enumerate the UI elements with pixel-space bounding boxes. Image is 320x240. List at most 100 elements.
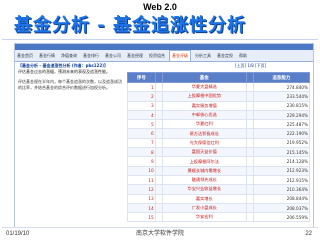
table-header: [154, 72, 163, 83]
table-cell: 274.840%: [252, 81, 311, 93]
table-header: 基金: [161, 72, 247, 83]
table-cell: 10: [127, 165, 156, 176]
table-cell: [154, 137, 163, 149]
table-cell: [154, 147, 163, 158]
table-cell: [154, 174, 163, 186]
table-cell: [245, 156, 254, 167]
tab-item[interactable]: 分析工具: [193, 51, 213, 61]
table-cell: 9: [127, 156, 156, 167]
tab-item[interactable]: 基金排行: [81, 51, 101, 61]
tab-item[interactable]: 基金首页: [15, 51, 35, 61]
description-panel: 【基金分析 - 基金追涨性分析 (作者：pbs122)】 评估基金过去的涨幅，预…: [18, 63, 122, 91]
table-cell: [245, 91, 254, 102]
table-cell: [154, 193, 163, 204]
table-row: 8 富国天益价值 215.145%: [127, 147, 311, 158]
table-cell: [245, 100, 254, 111]
pagination[interactable]: [上页] 1/8 [下页]: [235, 63, 266, 69]
table-cell[interactable]: 易方达积极成长: [161, 128, 247, 139]
table-cell: 219.952%: [252, 137, 311, 149]
table-row: 10 景顺长城内需增长 212.923%: [127, 165, 311, 176]
table-row: 6 易方达积极成长 222.190%: [127, 128, 311, 139]
table-cell: [245, 184, 254, 195]
table-cell[interactable]: 上投摩根中国优势: [161, 91, 247, 102]
table-header: [245, 72, 254, 83]
table-cell: 4: [127, 109, 156, 121]
table-cell: 15: [127, 212, 156, 223]
table-cell: 3: [127, 100, 156, 111]
tab-item[interactable]: 净值查询: [59, 51, 79, 61]
page-number: 22: [305, 231, 312, 237]
embedded-screenshot: 基金首页 基金行情 净值查询 基金排行 基金公司 基金经理 投资组合 基金评级 分析工具 基金定投…: [14, 43, 314, 228]
table-cell: 233.544%: [252, 91, 311, 102]
table-cell: [154, 184, 163, 195]
table-cell[interactable]: 富国天益价值: [161, 147, 247, 158]
table-cell: 206.559%: [252, 212, 311, 223]
table-cell: [245, 193, 254, 204]
table-cell[interactable]: 华安宏利: [161, 212, 247, 223]
table-cell: 214.128%: [252, 156, 311, 167]
table-row: 11 融通领先成长 212.915%: [127, 174, 311, 186]
table-cell[interactable]: 嘉实增长: [161, 193, 247, 204]
table-row: 7 光大保德信红利 219.952%: [127, 137, 311, 149]
table-cell: [245, 174, 254, 186]
table-row: 5 华夏红利 225.487%: [127, 119, 311, 130]
table-cell[interactable]: 上投摩根阿尔法: [161, 156, 247, 167]
tab-item[interactable]: 投资组合: [147, 51, 167, 61]
tab-item[interactable]: 基金公司: [103, 51, 123, 61]
table-cell: 229.294%: [252, 109, 311, 121]
table-cell: [245, 147, 254, 158]
table-row: 1 华夏大盘精选 274.840%: [127, 81, 311, 93]
table-row: 2 上投摩根中国优势 233.544%: [127, 91, 311, 102]
table-cell[interactable]: 光大保德信红利: [161, 137, 247, 149]
tab-item[interactable]: 基金评级: [169, 50, 191, 61]
table-cell: 6: [127, 128, 156, 139]
table-cell: 222.190%: [252, 128, 311, 139]
tab-item[interactable]: 基金行情: [37, 51, 57, 61]
table-cell: 7: [127, 137, 156, 149]
slide-title: 基金分析 - 基金追涨性分析: [14, 15, 247, 36]
footer: 01/19/10 南京大学软件学院 22: [0, 228, 320, 240]
table-cell[interactable]: 华夏大盘精选: [161, 81, 247, 93]
table-cell[interactable]: 华宝兴业收益增长: [161, 184, 247, 195]
table-row: 13 嘉实增长 208.844%: [127, 193, 311, 204]
table-cell: 5: [127, 119, 156, 130]
table-cell: [154, 119, 163, 130]
table-row: 12 华宝兴业收益增长 210.364%: [127, 184, 311, 195]
footer-organization: 南京大学软件学院: [135, 230, 184, 237]
nav-tabs: 基金首页 基金行情 净值查询 基金排行 基金公司 基金经理 投资组合 基金评级 分析工具 基金定投…: [15, 50, 313, 62]
table-cell: [154, 212, 163, 223]
table-cell: [154, 109, 163, 121]
table-cell[interactable]: 融通领先成长: [161, 174, 247, 186]
table-cell: 14: [127, 202, 156, 214]
table-cell: 215.145%: [252, 147, 311, 158]
table-row: 14 广发小盘成长 208.037%: [127, 202, 311, 214]
table-header: 序号: [127, 72, 156, 83]
table-cell: 13: [127, 193, 156, 204]
ranking-table: 序号 基金 追涨能力 1 华夏大盘精选 274.840% 2 上投摩根中国优势 233.544…: [127, 72, 311, 223]
table-cell: 11: [127, 174, 156, 186]
table-cell[interactable]: 华夏红利: [161, 119, 247, 130]
table-cell: [154, 100, 163, 111]
table-cell: [154, 128, 163, 139]
table-cell[interactable]: 景顺长城内需增长: [161, 165, 247, 176]
table-cell[interactable]: 广发小盘成长: [161, 202, 247, 214]
table-cell: [245, 212, 254, 223]
tab-item[interactable]: 基金定投: [215, 51, 235, 61]
table-cell: [154, 91, 163, 102]
table-cell[interactable]: 嘉实服务增值: [161, 100, 247, 111]
table-cell: 212.923%: [252, 165, 311, 176]
table-cell: 8: [127, 147, 156, 158]
description-paragraph: 评估基金规在半年内，每个基金追涨的次数，以及追涨成功的比率，并结合基金的综合评价…: [18, 79, 122, 90]
description-subtext: 评估基金过去的涨幅，预测未来的表现及追涨性能。: [18, 69, 110, 74]
top-label: Web 2.0: [143, 2, 177, 12]
tab-item[interactable]: 基金经理: [125, 51, 145, 61]
table-row: 3 嘉实服务增值 230.815%: [127, 100, 311, 111]
table-cell: [154, 165, 163, 176]
table-cell: [245, 109, 254, 121]
table-cell: [154, 202, 163, 214]
table-cell: 208.037%: [252, 202, 311, 214]
table-cell[interactable]: 中邮核心优选: [161, 109, 247, 121]
table-cell: [245, 202, 254, 214]
tab-item[interactable]: 帮助: [237, 51, 249, 61]
table-cell: 12: [127, 184, 156, 195]
